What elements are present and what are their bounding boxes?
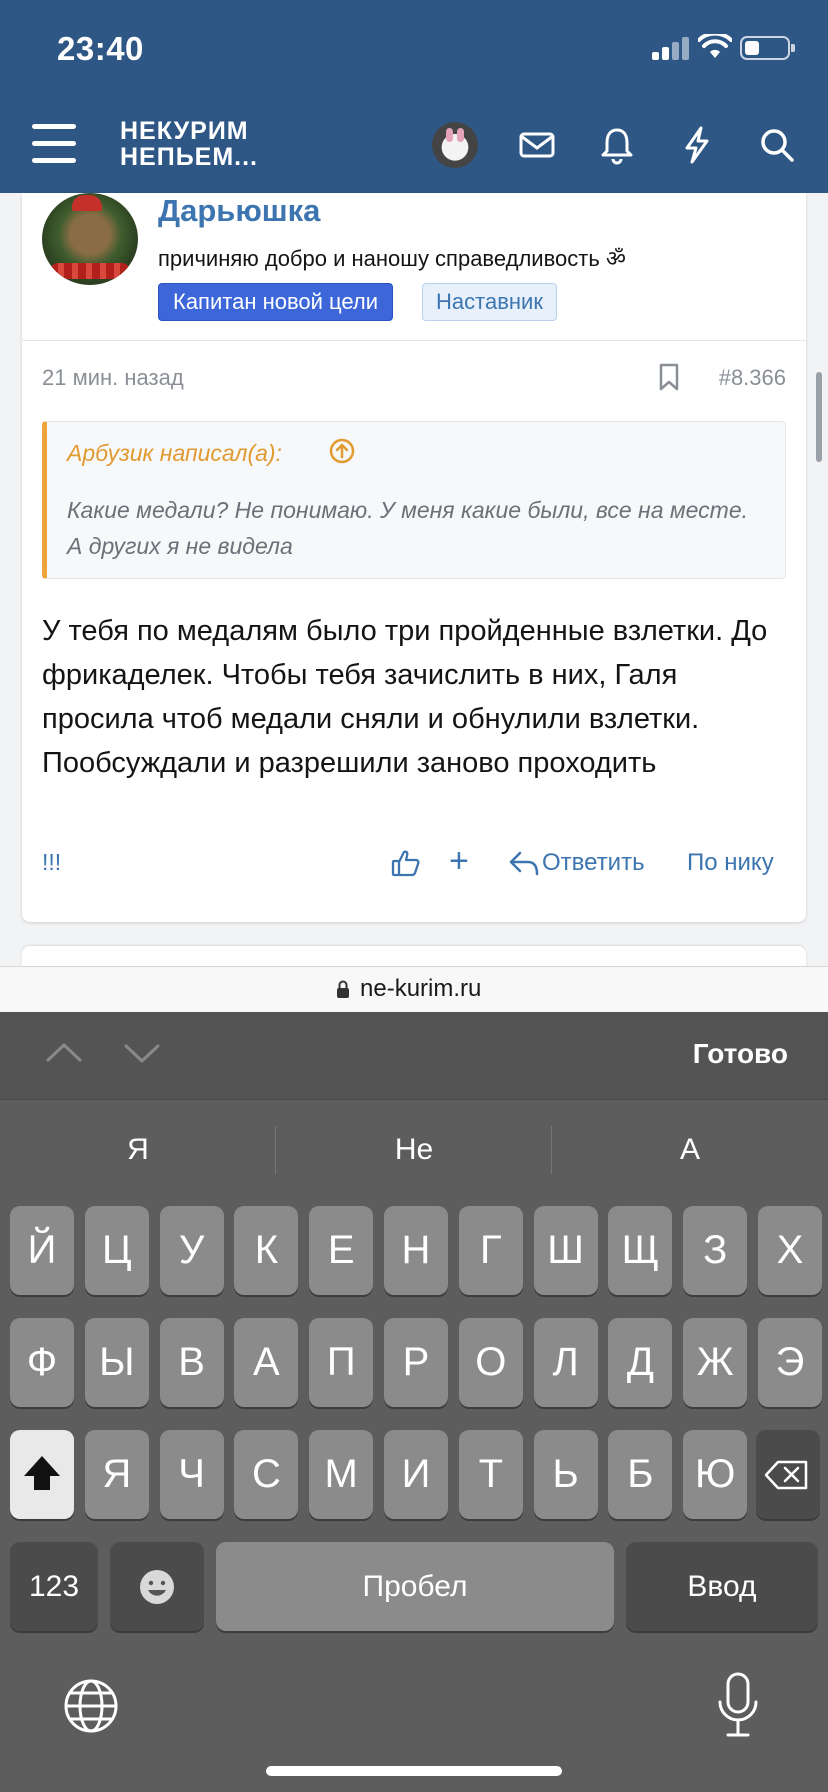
- key-Г[interactable]: Г: [458, 1206, 523, 1295]
- key-Р[interactable]: Р: [384, 1318, 448, 1407]
- key-З[interactable]: З: [683, 1206, 748, 1295]
- post-card: Дарьюшка причиняю добро и наношу справед…: [22, 193, 806, 922]
- key-К[interactable]: К: [234, 1206, 299, 1295]
- lightning-icon[interactable]: [674, 122, 720, 168]
- bookmark-icon[interactable]: [658, 363, 680, 391]
- key-Ч[interactable]: Ч: [159, 1430, 224, 1519]
- menu-icon[interactable]: [32, 124, 76, 164]
- badge-captain: Капитан новой цели: [158, 283, 394, 321]
- user-title: причиняю добро и наношу справедливость ॐ: [158, 246, 626, 271]
- key-Ж[interactable]: Ж: [683, 1318, 748, 1407]
- account-avatar[interactable]: [432, 122, 478, 168]
- key-Л[interactable]: Л: [533, 1318, 598, 1407]
- key-В[interactable]: В: [159, 1318, 224, 1407]
- battery-icon: [740, 36, 795, 60]
- key-Э[interactable]: Э: [758, 1318, 822, 1407]
- numbers-key[interactable]: 123: [10, 1542, 98, 1631]
- key-Х[interactable]: Х: [758, 1206, 822, 1295]
- shift-arrow-icon: [24, 1456, 60, 1490]
- quote-text: Какие медали? Не понимаю. У меня какие б…: [67, 497, 749, 559]
- emoji-key[interactable]: [110, 1542, 204, 1631]
- suggestion-1[interactable]: Я: [0, 1100, 276, 1200]
- quote-block: Арбузик написал(а): Какие медали? Не пон…: [42, 421, 786, 579]
- reply-icon[interactable]: [508, 847, 540, 879]
- key-Я[interactable]: Я: [84, 1430, 149, 1519]
- enter-key[interactable]: Ввод: [626, 1542, 818, 1631]
- logo-line-1: НЕКУРИМ: [120, 117, 249, 145]
- plus-button[interactable]: +: [449, 841, 469, 881]
- key-У[interactable]: У: [159, 1206, 224, 1295]
- post-number[interactable]: #8.366: [719, 365, 786, 391]
- flags-link[interactable]: !!!: [42, 849, 61, 876]
- backspace-key[interactable]: [756, 1430, 820, 1519]
- by-nick-button[interactable]: По нику: [687, 849, 774, 877]
- done-button[interactable]: Готово: [693, 1038, 788, 1070]
- key-Ь[interactable]: Ь: [533, 1430, 598, 1519]
- user-avatar[interactable]: [42, 193, 138, 285]
- browser-url-bar[interactable]: ne-kurim.ru: [0, 966, 828, 1012]
- key-Н[interactable]: Н: [384, 1206, 448, 1295]
- microphone-icon[interactable]: [716, 1672, 760, 1740]
- top-bar: 23:40 НЕКУРИМ НЕПЬЕМ...: [0, 0, 828, 193]
- backspace-icon: [764, 1460, 808, 1490]
- key-Т[interactable]: Т: [458, 1430, 523, 1519]
- key-Ы[interactable]: Ы: [84, 1318, 149, 1407]
- search-icon[interactable]: [754, 122, 800, 168]
- key-П[interactable]: П: [309, 1318, 374, 1407]
- mail-icon[interactable]: [514, 122, 560, 168]
- key-Б[interactable]: Б: [608, 1430, 673, 1519]
- scrollbar[interactable]: [816, 372, 822, 462]
- key-О[interactable]: О: [458, 1318, 523, 1407]
- globe-icon[interactable]: [62, 1677, 120, 1735]
- key-Й[interactable]: Й: [10, 1206, 74, 1295]
- chevron-up-icon[interactable]: [42, 1036, 86, 1070]
- post-footer: !!! + Ответить По нику: [22, 841, 806, 891]
- status-time: 23:40: [57, 30, 144, 67]
- logo-line-2: НЕПЬЕМ...: [120, 143, 259, 171]
- post-time[interactable]: 21 мин. назад: [42, 365, 184, 391]
- shift-key[interactable]: [10, 1430, 74, 1519]
- keyboard-accessory-bar: Готово: [0, 1012, 828, 1100]
- keyboard: Готово Я Не А ЙЦУКЕНГШЩЗХФЫВАПРОЛДЖЭЯЧСМ…: [0, 1012, 828, 1792]
- site-logo[interactable]: НЕКУРИМ НЕПЬЕМ...: [120, 118, 258, 170]
- chevron-down-icon[interactable]: [120, 1036, 164, 1070]
- username-link[interactable]: Дарьюшка: [158, 193, 320, 229]
- key-Е[interactable]: Е: [309, 1206, 374, 1295]
- user-block: Дарьюшка причиняю добро и наношу справед…: [22, 193, 806, 341]
- post-body: У тебя по медалям было три пройденные вз…: [42, 615, 768, 779]
- key-Ю[interactable]: Ю: [683, 1430, 748, 1519]
- lock-icon: [337, 980, 349, 998]
- suggestion-bar: Я Не А: [0, 1100, 828, 1200]
- bell-icon[interactable]: [594, 122, 640, 168]
- suggestion-2[interactable]: Не: [276, 1100, 552, 1200]
- url-text: ne-kurim.ru: [360, 975, 482, 1002]
- key-Д[interactable]: Д: [608, 1318, 673, 1407]
- reply-button[interactable]: Ответить: [542, 849, 645, 877]
- home-indicator: [266, 1766, 562, 1776]
- thumbs-up-icon[interactable]: [390, 847, 422, 879]
- key-И[interactable]: И: [384, 1430, 448, 1519]
- key-С[interactable]: С: [234, 1430, 299, 1519]
- key-М[interactable]: М: [309, 1430, 374, 1519]
- key-Ф[interactable]: Ф: [10, 1318, 74, 1407]
- wifi-icon: [698, 34, 732, 58]
- space-key[interactable]: Пробел: [216, 1542, 614, 1631]
- key-Ц[interactable]: Ц: [84, 1206, 149, 1295]
- arrow-up-circle-icon[interactable]: [328, 437, 356, 465]
- key-Ш[interactable]: Ш: [533, 1206, 598, 1295]
- cellular-signal-icon: [652, 36, 690, 60]
- quote-author[interactable]: Арбузик написал(а):: [67, 440, 282, 467]
- suggestion-3[interactable]: А: [552, 1100, 828, 1200]
- key-Щ[interactable]: Щ: [608, 1206, 673, 1295]
- emoji-icon: [140, 1570, 174, 1604]
- key-А[interactable]: А: [234, 1318, 299, 1407]
- badge-mentor: Наставник: [422, 283, 557, 321]
